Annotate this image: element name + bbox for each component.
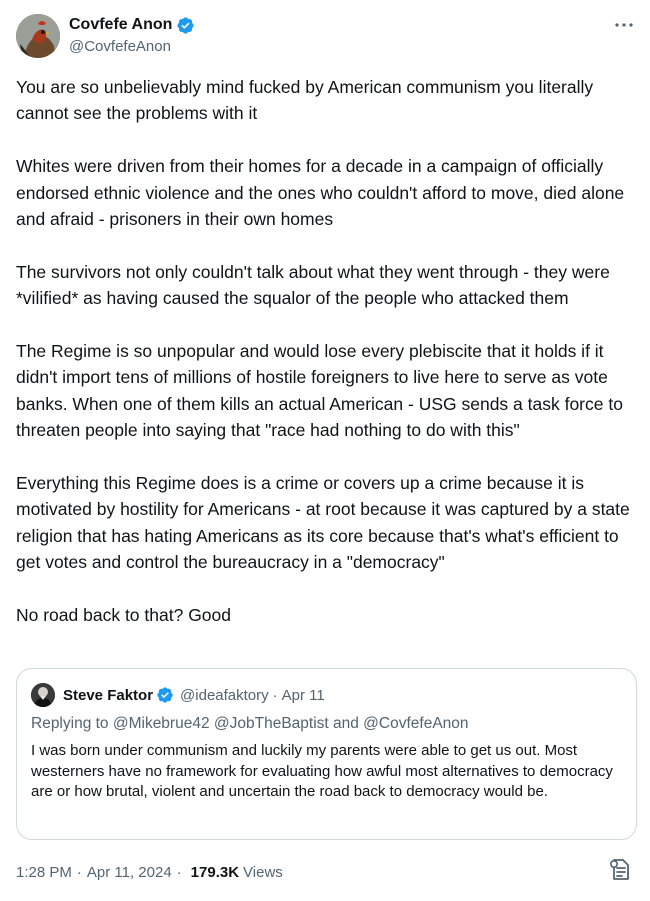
author-name-row[interactable]: Covfefe Anon bbox=[69, 15, 195, 35]
quoted-author-handle[interactable]: @ideafaktory bbox=[180, 687, 269, 704]
tweet-date[interactable]: Apr 11, 2024 bbox=[87, 864, 172, 881]
rooster-avatar-icon bbox=[16, 14, 60, 58]
tweet-paragraph: No road back to that? Good bbox=[16, 605, 231, 626]
separator-dot: · bbox=[76, 863, 82, 881]
quoted-tweet-card[interactable]: Steve Faktor @ideafaktory · Apr 11 Reply… bbox=[16, 668, 637, 840]
views-count: 179.3K bbox=[190, 863, 240, 881]
views-label: Views bbox=[243, 863, 283, 881]
tweet: Covfefe Anon @CovfefeAnon You are so unb… bbox=[0, 0, 650, 901]
tweet-text: You are so unbelievably mind fucked by A… bbox=[16, 74, 638, 628]
author-avatar[interactable] bbox=[16, 14, 60, 58]
quoted-tweet-date[interactable]: Apr 11 bbox=[282, 687, 325, 704]
verified-badge-icon bbox=[176, 16, 195, 35]
person-avatar-icon bbox=[31, 683, 55, 707]
tweet-time[interactable]: 1:28 PM bbox=[16, 864, 72, 881]
separator-dot: · bbox=[176, 863, 182, 881]
tweet-paragraph: Whites were driven from their homes for … bbox=[16, 156, 625, 230]
bookmark-analytics-icon bbox=[609, 859, 629, 880]
tweet-paragraph: You are so unbelievably mind fucked by A… bbox=[16, 77, 594, 124]
author-handle[interactable]: @CovfefeAnon bbox=[69, 38, 171, 55]
author-display-name[interactable]: Covfefe Anon bbox=[69, 16, 172, 34]
tweet-paragraph: The survivors not only couldn't talk abo… bbox=[16, 261, 610, 309]
tweet-paragraph: Everything this Regime does is a crime o… bbox=[16, 473, 630, 573]
verified-badge-icon bbox=[156, 686, 174, 704]
quoted-tweet-text: I was born under communism and luckily m… bbox=[31, 742, 613, 800]
tweet-paragraph: The Regime is so unpopular and would los… bbox=[16, 341, 623, 441]
tweet-meta: 1:28 PM · Apr 11, 2024 · 179.3K Views bbox=[16, 862, 283, 882]
bookmark-analytics-button[interactable] bbox=[608, 857, 632, 883]
quoted-author-avatar[interactable] bbox=[31, 683, 55, 707]
more-horizontal-icon bbox=[615, 23, 633, 27]
quoted-tweet-header: Steve Faktor @ideafaktory · Apr 11 bbox=[63, 685, 325, 705]
more-options-button[interactable] bbox=[612, 16, 636, 34]
replying-to: Replying to @Mikebrue42 @JobTheBaptist a… bbox=[31, 715, 469, 732]
separator-dot: · bbox=[272, 686, 278, 704]
quoted-author-name[interactable]: Steve Faktor bbox=[63, 687, 153, 704]
